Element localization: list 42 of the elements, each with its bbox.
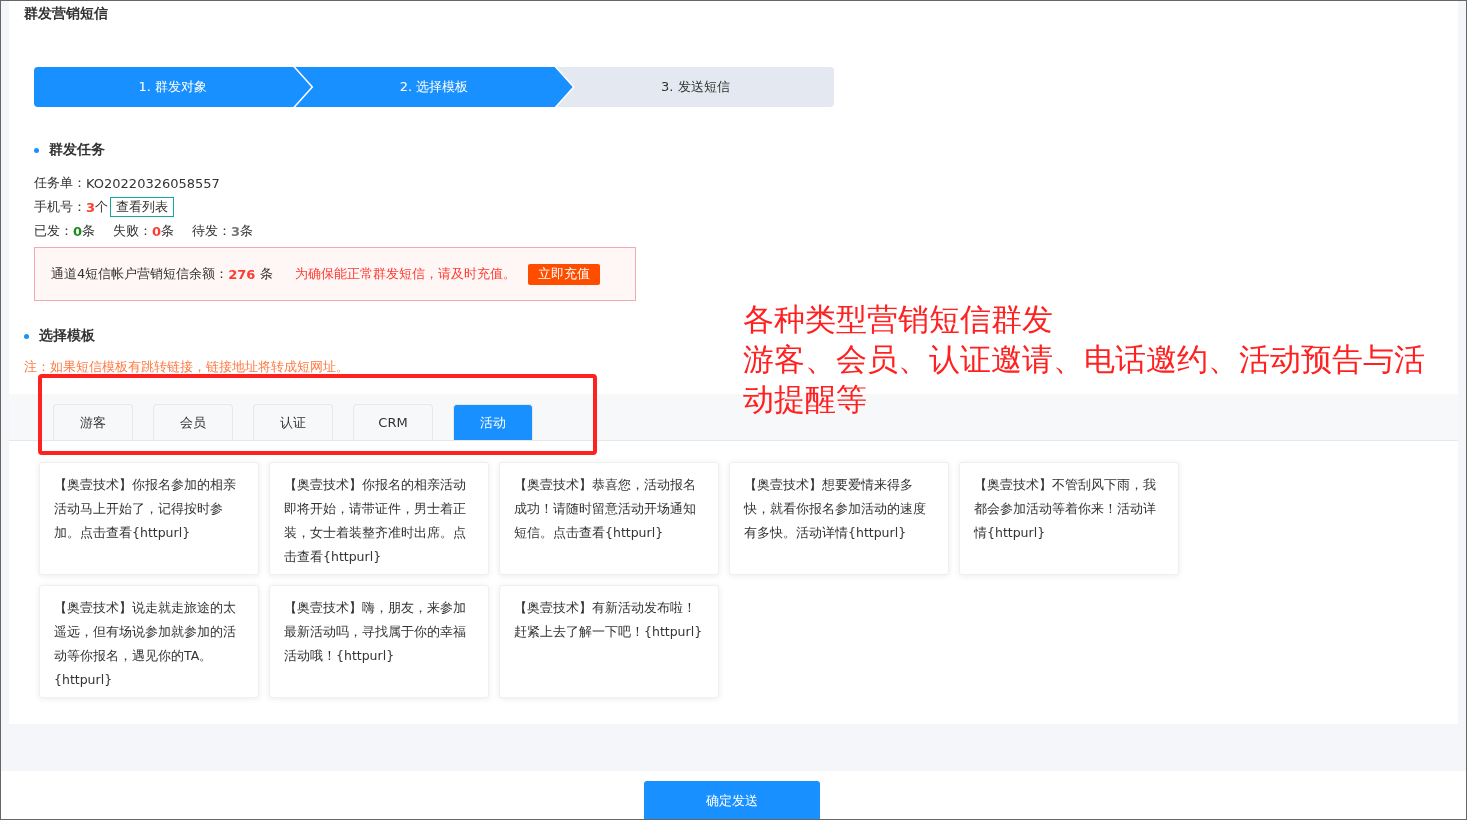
stat-value: 3 bbox=[231, 223, 241, 239]
balance-amount: 276 bbox=[228, 266, 256, 282]
category-tab[interactable]: 游客 bbox=[53, 404, 133, 440]
stat-value: 0 bbox=[73, 223, 83, 239]
section-heading: 群发任务 bbox=[49, 141, 105, 159]
template-card[interactable]: 【奥壹技术】说走就走旅途的太遥远，但有场说参加就参加的活动等你报名，遇见你的TA。{httpurl} bbox=[39, 585, 259, 698]
stat-unit: 条 bbox=[240, 222, 254, 240]
stat-label: 已发： bbox=[34, 222, 73, 240]
note-text: 注：如果短信模板有跳转链接，链接地址将转成短网址。 bbox=[24, 358, 349, 376]
phone-label: 手机号： bbox=[34, 198, 86, 216]
step: 1. 群发对象 bbox=[34, 67, 312, 107]
annotation-text: 各种类型营销短信群发 bbox=[743, 300, 1054, 339]
template-card[interactable]: 【奥壹技术】你报名参加的相亲活动马上开始了，记得按时参加。点击查看{httpurl} bbox=[39, 462, 259, 575]
section-heading: 选择模板 bbox=[39, 327, 95, 345]
warning-text: 为确保能正常群发短信，请及时充值。 bbox=[295, 265, 517, 283]
bullet-icon bbox=[34, 147, 39, 153]
order-number: KO20220326058557 bbox=[86, 175, 220, 191]
category-tab[interactable]: 会员 bbox=[153, 404, 233, 440]
phone-unit: 个 bbox=[95, 198, 109, 216]
template-card[interactable]: 【奥壹技术】恭喜您，活动报名成功！请随时留意活动开场通知短信。点击查看{httpurl} bbox=[499, 462, 719, 575]
step: 2. 选择模板 bbox=[295, 67, 573, 107]
stat-value: 0 bbox=[152, 223, 162, 239]
template-card[interactable]: 【奥壹技术】想要爱情来得多快，就看你报名参加活动的速度有多快。活动详情{httpurl} bbox=[729, 462, 949, 575]
balance-unit: 条 bbox=[260, 265, 274, 283]
stat-label: 失败： bbox=[113, 222, 153, 240]
step: 3. 发送短信 bbox=[556, 67, 834, 107]
stat-label: 待发： bbox=[192, 222, 232, 240]
stat-unit: 条 bbox=[161, 222, 175, 240]
order-label: 任务单： bbox=[34, 174, 86, 192]
template-card[interactable]: 【奥壹技术】嗨，朋友，来参加最新活动吗，寻找属于你的幸福活动哦！{httpurl} bbox=[269, 585, 489, 698]
view-list-button[interactable]: 查看列表 bbox=[110, 197, 175, 217]
balance-label: 通道4短信帐户营销短信余额： bbox=[51, 265, 229, 283]
bullet-icon bbox=[24, 333, 29, 339]
phone-count: 3 bbox=[86, 199, 96, 215]
page-title: 群发营销短信 bbox=[23, 5, 109, 23]
stat-unit: 条 bbox=[82, 222, 96, 240]
template-card[interactable]: 【奥壹技术】不管刮风下雨，我都会参加活动等着你来！活动详情{httpurl} bbox=[959, 462, 1179, 575]
category-tab[interactable]: 认证 bbox=[253, 404, 333, 440]
category-tab[interactable]: CRM bbox=[353, 404, 433, 440]
template-card[interactable]: 【奥壹技术】有新活动发布啦！赶紧上去了解一下吧！{httpurl} bbox=[499, 585, 719, 698]
template-card[interactable]: 【奥壹技术】你报名的相亲活动即将开始，请带证件，男士着正装，女士着装整齐准时出席。点击查看{httpurl} bbox=[269, 462, 489, 575]
annotation-text: 游客、会员、认证邀请、电话邀约、活动预告与活动提醒等 bbox=[743, 340, 1426, 419]
